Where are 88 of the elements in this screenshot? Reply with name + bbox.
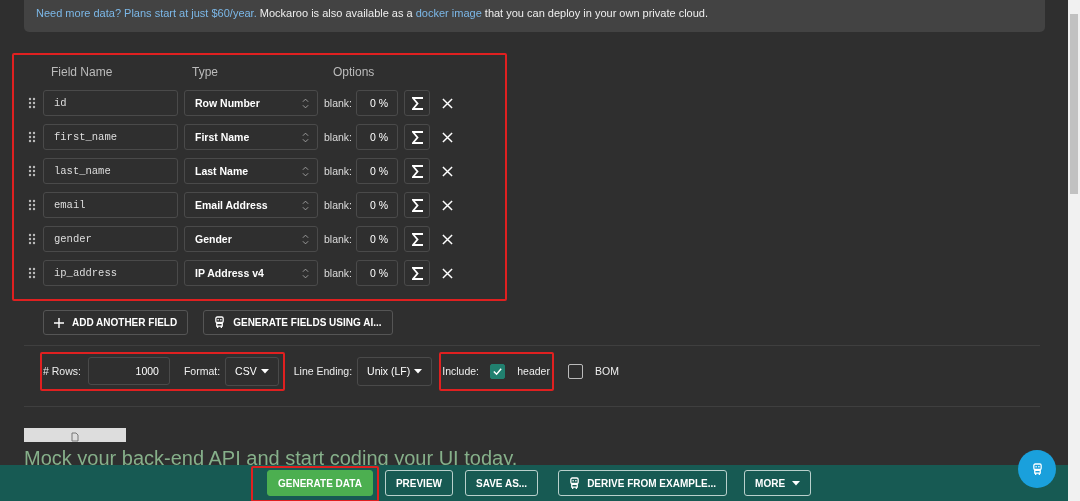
robot-icon [569,476,581,490]
drag-handle-icon[interactable] [28,97,36,109]
check-icon [492,365,504,377]
sigma-icon [411,96,423,110]
blank-label: blank: [324,131,353,143]
caret-icon [792,480,801,486]
action-button[interactable]: DERIVE FROM EXAMPLE... [558,470,728,496]
assistant-button[interactable] [1018,450,1056,488]
type-select[interactable]: IP Address v4 [184,260,318,286]
sigma-icon [411,266,423,280]
column-header: Field Name [51,65,114,81]
caret-icon [260,368,269,374]
updown-icon [302,96,309,110]
blank-label: blank: [324,267,353,279]
type-select[interactable]: First Name [184,124,318,150]
close-icon[interactable] [442,233,454,245]
blank-percent-input[interactable]: 0 % [356,226,399,252]
generate-ai-button[interactable]: GENERATE FIELDS USING AI... [203,310,393,335]
docker-image-link[interactable]: docker image [415,7,482,19]
drag-handle-icon[interactable] [28,233,36,245]
updown-icon [302,232,309,246]
include-label: Include: [442,365,480,377]
blank-percent-input[interactable]: 0 % [356,158,399,184]
broken-image-icon [24,428,126,442]
rows-label: # Rows: [43,365,81,377]
action-button[interactable]: SAVE AS... [465,470,539,496]
checkbox[interactable] [567,363,583,379]
type-select[interactable]: Gender [184,226,318,252]
field-name-input[interactable]: ip_address [43,260,178,286]
plus-icon [54,317,64,328]
updown-icon [302,164,309,178]
pricing-link[interactable]: Need more data? Plans start at just $60/year. [36,7,257,19]
field-name-input[interactable]: email [43,192,178,218]
action-button[interactable]: PREVIEW [384,470,453,496]
updown-icon [302,266,309,280]
blank-percent-input[interactable]: 0 % [356,124,399,150]
drag-handle-icon[interactable] [28,131,36,143]
formula-button[interactable] [404,158,431,184]
close-icon[interactable] [442,131,454,143]
formula-button[interactable] [404,90,431,116]
drag-handle-icon[interactable] [28,199,36,211]
sigma-icon [411,198,423,212]
field-name-input[interactable]: gender [43,226,178,252]
drag-handle-icon[interactable] [28,267,36,279]
scrollbar[interactable] [1068,0,1080,501]
close-icon[interactable] [442,165,454,177]
close-icon[interactable] [442,267,454,279]
checkbox[interactable] [490,363,506,379]
caret-icon [414,368,423,374]
sigma-icon [411,130,423,144]
line-ending-label: Line Ending: [293,365,353,377]
add-field-button[interactable]: ADD ANOTHER FIELD [43,310,189,335]
updown-icon [302,198,309,212]
formula-button[interactable] [404,260,431,286]
blank-label: blank: [324,97,353,109]
updown-icon [302,130,309,144]
column-header: Type [192,65,219,81]
blank-percent-input[interactable]: 0 % [356,90,399,116]
format-dropdown[interactable]: CSV [225,356,279,386]
banner-text: Need more data? Plans start at just $60/year. Mockaroo is also available as a docker image that you can deploy in your own private cloud. [36,7,709,19]
blank-label: blank: [324,199,353,211]
format-label: Format: [183,365,221,377]
close-icon[interactable] [442,97,454,109]
checkbox-label: header [517,365,550,377]
blank-label: blank: [324,165,353,177]
action-button[interactable]: MORE [744,470,812,496]
type-select[interactable]: Row Number [184,90,318,116]
field-name-input[interactable]: first_name [43,124,178,150]
robot-icon [1031,462,1043,476]
drag-handle-icon[interactable] [28,165,36,177]
field-name-input[interactable]: id [43,90,178,116]
sigma-icon [411,232,423,246]
blank-percent-input[interactable]: 0 % [356,260,399,286]
close-icon[interactable] [442,199,454,211]
formula-button[interactable] [404,226,431,252]
line-ending-dropdown[interactable]: Unix (LF) [357,356,433,386]
formula-button[interactable] [404,192,431,218]
type-select[interactable]: Last Name [184,158,318,184]
rows-input[interactable]: 1000 [87,357,170,385]
formula-button[interactable] [404,124,431,150]
checkbox-label: BOM [594,365,619,377]
type-select[interactable]: Email Address [184,192,318,218]
sigma-icon [411,164,423,178]
blank-percent-input[interactable]: 0 % [356,192,399,218]
column-header: Options [333,65,375,81]
field-name-input[interactable]: last_name [43,158,178,184]
blank-label: blank: [324,233,353,245]
robot-icon [214,316,226,329]
